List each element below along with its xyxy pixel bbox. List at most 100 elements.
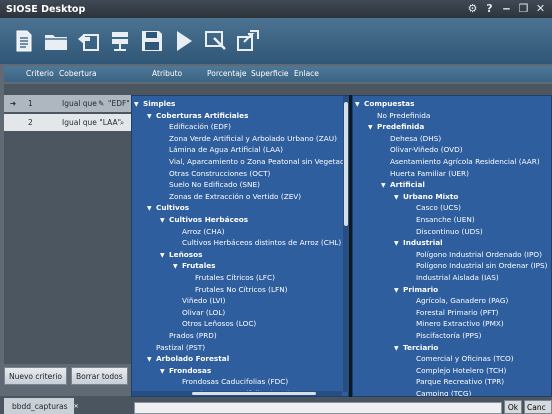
- tree-item[interactable]: Discontinuo (UDS): [407, 226, 483, 238]
- tree-item[interactable]: Zona Verde Artificial y Arbolado Urbano …: [160, 133, 337, 145]
- expand-arrow-icon[interactable]: ▼: [368, 122, 377, 134]
- tree-item[interactable]: ▼ Simples: [134, 98, 175, 110]
- open-folder-button[interactable]: [42, 26, 70, 56]
- tree-item[interactable]: Cultivos Herbáceos distintos de Arroz (C…: [173, 237, 341, 249]
- table-row[interactable]: 2 Igual que "LAA" ⌕: [4, 114, 132, 131]
- scroll-thumb[interactable]: [192, 392, 316, 395]
- tree-item[interactable]: ▼ Cultivos: [147, 202, 189, 214]
- tree-item[interactable]: ▼ Arbolado Forestal: [147, 353, 229, 365]
- help-icon[interactable]: ?: [484, 2, 495, 16]
- col-porcentaje[interactable]: Porcentaje: [207, 69, 247, 78]
- tree-item[interactable]: Complejo Hotelero (TCH): [407, 365, 506, 377]
- expand-arrow-icon[interactable]: ▼: [394, 238, 403, 250]
- expand-arrow-icon[interactable]: ▼: [394, 192, 403, 204]
- tree-item[interactable]: ▼ Artificial: [381, 179, 425, 191]
- search-icon[interactable]: ⌕: [120, 118, 124, 128]
- tree-item[interactable]: Piscifactoría (PPS): [407, 330, 481, 342]
- tree-item[interactable]: Otras Construcciones (OCT): [160, 168, 270, 180]
- table-row[interactable]: ➜ 1 Igual que ✎ "EDF": [4, 95, 132, 112]
- expand-arrow-icon[interactable]: ▼: [147, 354, 156, 366]
- expand-arrow-icon[interactable]: ▼: [394, 343, 403, 355]
- delete-all-button[interactable]: Borrar todos: [71, 367, 128, 385]
- tree-item[interactable]: Suelo No Edificado (SNE): [160, 179, 260, 191]
- cancel-button[interactable]: Canc: [524, 400, 552, 414]
- tree-item[interactable]: Arroz (CHA): [173, 226, 225, 238]
- tree-item[interactable]: Frondosas Caducifolias (FDC): [173, 376, 288, 388]
- tree-item[interactable]: Industrial Aislada (IAS): [407, 272, 499, 284]
- tree-item-label: Simples: [143, 99, 176, 108]
- expand-arrow-icon[interactable]: ▼: [160, 366, 169, 378]
- close-tab-icon[interactable]: ✕: [73, 401, 79, 411]
- expand-arrow-icon[interactable]: ▼: [394, 285, 403, 297]
- tree-item[interactable]: ▼ Coberturas Artificiales: [147, 110, 248, 122]
- gear-icon[interactable]: ⚙: [467, 2, 478, 16]
- tree-item[interactable]: ▼ Compuestas: [355, 98, 414, 110]
- tree-item[interactable]: ▼ Urbano Mixto: [394, 191, 458, 203]
- col-enlace[interactable]: Enlace: [294, 69, 319, 78]
- tree-item[interactable]: Pastizal (PST): [147, 342, 205, 354]
- tree-item[interactable]: ▼ Industrial: [394, 237, 443, 249]
- tree-item[interactable]: Viñedo (LVI): [173, 295, 226, 307]
- tree-item[interactable]: ▼ Frutales: [173, 260, 216, 272]
- expand-arrow-icon[interactable]: ▼: [147, 203, 156, 215]
- tree-item[interactable]: Huerta Familiar (UER): [381, 168, 469, 180]
- tree-item[interactable]: Olivar (LOL): [173, 307, 225, 319]
- tree-item[interactable]: ▼ Predefinida: [368, 121, 424, 133]
- tree-item[interactable]: Dehesa (DHS): [381, 133, 441, 145]
- expand-arrow-icon[interactable]: ▼: [160, 215, 169, 227]
- ok-button[interactable]: Ok: [504, 400, 522, 414]
- tree-item[interactable]: ▼ Frondosas: [160, 365, 211, 377]
- tree-item[interactable]: Minero Extractivo (PMX): [407, 318, 504, 330]
- col-superficie[interactable]: Superficie: [251, 69, 289, 78]
- tree-item[interactable]: Vial, Aparcamiento o Zona Peatonal sin V…: [160, 156, 348, 168]
- minimize-icon[interactable]: ‒: [501, 2, 512, 16]
- expand-arrow-icon[interactable]: ▼: [173, 261, 182, 273]
- col-criterio[interactable]: Criterio: [26, 69, 54, 78]
- tree-item[interactable]: Camping (TCG): [407, 388, 471, 396]
- tree-item[interactable]: Forestal Primario (PFT): [407, 307, 499, 319]
- expand-arrow-icon[interactable]: ▼: [134, 99, 143, 111]
- scroll-thumb[interactable]: [344, 102, 348, 226]
- restore-icon[interactable]: ❐: [518, 2, 529, 16]
- expand-arrow-icon[interactable]: ▼: [160, 250, 169, 262]
- tab-bbdd-capturas[interactable]: bbdd_capturas ✕: [4, 398, 79, 414]
- tree-item[interactable]: ▼ Terciario: [394, 342, 438, 354]
- horizontal-scrollbar[interactable]: [132, 391, 342, 396]
- close-icon[interactable]: ✕: [535, 2, 546, 16]
- tree-item[interactable]: Polígono Industrial Ordenado (IPO): [407, 249, 542, 261]
- tree-item[interactable]: Ensanche (UEN): [407, 214, 475, 226]
- tree-item[interactable]: Lámina de Agua Artificial (LAA): [160, 144, 283, 156]
- undo-button[interactable]: [74, 26, 102, 56]
- database-button[interactable]: [106, 26, 134, 56]
- col-cobertura[interactable]: Cobertura: [59, 69, 97, 78]
- tree-item[interactable]: Parque Recreativo (TPR): [407, 376, 504, 388]
- expand-arrow-icon[interactable]: ▼: [355, 99, 364, 111]
- tree-item[interactable]: ▼ Leñosos: [160, 249, 203, 261]
- tree-item[interactable]: Zonas de Extracción o Vertido (ZEV): [160, 191, 301, 203]
- export-button[interactable]: [234, 26, 262, 56]
- expand-arrow-icon[interactable]: ▼: [147, 111, 156, 123]
- tree-item[interactable]: Polígono Industrial sin Ordenar (IPS): [407, 260, 548, 272]
- status-input[interactable]: [134, 402, 502, 414]
- save-button[interactable]: [138, 26, 166, 56]
- tree-item[interactable]: Otros Leñosos (LOC): [173, 318, 256, 330]
- tree-item[interactable]: Agrícola, Ganadero (PAG): [407, 295, 508, 307]
- new-document-button[interactable]: [10, 26, 38, 56]
- tree-item[interactable]: Frutales No Cítricos (LFN): [186, 284, 288, 296]
- tree-item[interactable]: No Predefinida: [368, 110, 430, 122]
- tree-item[interactable]: Casco (UCS): [407, 202, 461, 214]
- new-criterion-button[interactable]: Nuevo criterio: [4, 367, 67, 385]
- run-button[interactable]: [170, 26, 198, 56]
- col-atributo[interactable]: Atributo: [152, 69, 182, 78]
- pencil-icon[interactable]: ✎: [98, 99, 104, 108]
- edit-select-button[interactable]: [202, 26, 230, 56]
- tree-item[interactable]: Comercial y Oficinas (TCO): [407, 353, 514, 365]
- expand-arrow-icon[interactable]: ▼: [381, 180, 390, 192]
- tree-item[interactable]: ▼ Cultivos Herbáceos: [160, 214, 248, 226]
- tree-item[interactable]: Frutales Cítricos (LFC): [186, 272, 275, 284]
- tree-item[interactable]: Asentamiento Agrícola Residencial (AAR): [381, 156, 540, 168]
- tree-item[interactable]: ▼ Primario: [394, 284, 438, 296]
- tree-item[interactable]: Olivar-Viñedo (OVD): [381, 144, 463, 156]
- tree-item[interactable]: Edificación (EDF): [160, 121, 231, 133]
- tree-item[interactable]: Prados (PRD): [160, 330, 217, 342]
